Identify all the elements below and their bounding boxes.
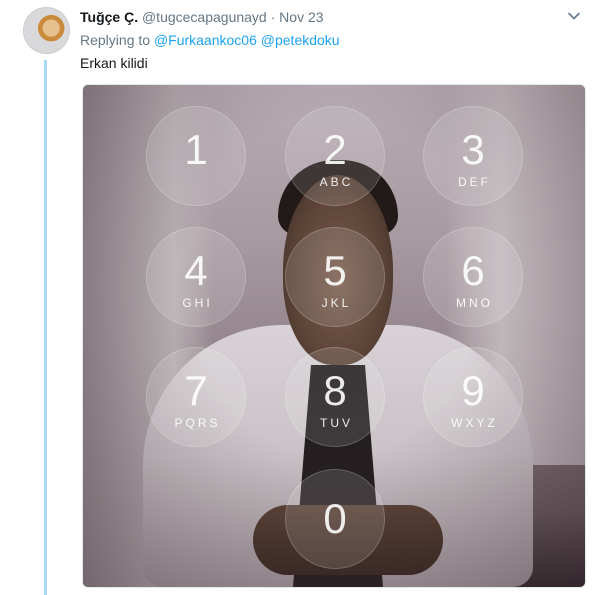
- key-digit: 7: [184, 367, 208, 414]
- author-handle[interactable]: @tugcecapagunayd: [142, 9, 267, 25]
- tweet-text: Erkan kilidi: [80, 55, 148, 71]
- keypad-key-6: 6 MNO: [423, 227, 523, 327]
- key-letters: PQRS: [174, 416, 221, 430]
- keypad-key-8: 8 TUV: [285, 347, 385, 447]
- key-digit: 0: [323, 495, 347, 542]
- keypad-key-1: 1: [146, 106, 246, 206]
- keypad-key-5: 5 JKL: [285, 227, 385, 327]
- replying-to: Replying to @Furkaankoc06 @petekdoku: [80, 31, 340, 49]
- thread-line: [44, 60, 47, 595]
- key-digit: 4: [184, 247, 208, 294]
- keypad-key-3: 3 DEF: [423, 106, 523, 206]
- key-letters: TUV: [320, 416, 353, 430]
- replying-prefix: Replying to: [80, 32, 154, 48]
- chevron-down-icon[interactable]: [566, 8, 582, 24]
- mention-link[interactable]: @Furkaankoc06: [154, 32, 257, 48]
- keypad-key-9: 9 WXYZ: [423, 347, 523, 447]
- author-name[interactable]: Tuğçe Ç.: [80, 9, 138, 25]
- keypad-key-0: 0: [285, 469, 385, 569]
- key-letters: ABC: [319, 175, 354, 189]
- mention-link[interactable]: @petekdoku: [261, 32, 340, 48]
- key-letters: MNO: [456, 296, 493, 310]
- keypad-key-4: 4 GHI: [146, 227, 246, 327]
- key-digit: 2: [323, 126, 347, 173]
- key-letters: JKL: [321, 296, 352, 310]
- tweet-image[interactable]: 1 2 ABC 3 DEF 4 GHI 5 JKL 6 MNO 7 PQRS 8…: [82, 84, 586, 588]
- key-digit: 9: [461, 367, 485, 414]
- separator: ·: [266, 9, 280, 25]
- key-letters: GHI: [182, 296, 213, 310]
- tweet-header: Tuğçe Ç. @tugcecapagunayd · Nov 23: [80, 8, 324, 26]
- key-digit: 8: [323, 367, 347, 414]
- key-digit: 3: [461, 126, 485, 173]
- keypad-key-2: 2 ABC: [285, 106, 385, 206]
- key-digit: 6: [461, 247, 485, 294]
- avatar[interactable]: [23, 7, 70, 54]
- keypad-key-7: 7 PQRS: [146, 347, 246, 447]
- key-digit: 1: [184, 126, 208, 173]
- key-letters: WXYZ: [451, 416, 498, 430]
- key-digit: 5: [323, 247, 347, 294]
- key-letters: DEF: [458, 175, 491, 189]
- tweet-date[interactable]: Nov 23: [279, 9, 323, 25]
